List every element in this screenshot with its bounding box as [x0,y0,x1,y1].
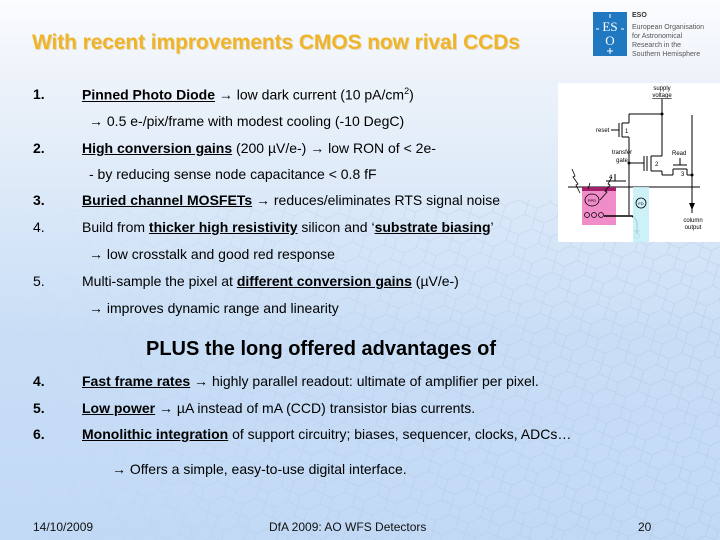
item-rest: → low dark current (10 pA/cm [215,86,405,103]
item-highlight: Monolithic integration [82,426,229,442]
item-text: Multi-sample the pixel at different conv… [82,273,459,289]
item-number: 5. [33,400,45,416]
item-rest: of support circuitry; biases, sequencer,… [228,426,572,442]
eso-organisation-text: ESO European Organisation for Astronomic… [632,11,704,59]
label-transfer: transfer [612,150,632,156]
column-arrow [689,203,695,210]
item-text: Pinned Photo Diode → low dark current (1… [82,86,414,103]
item-highlight: Fast frame rates [82,373,191,389]
label-t2: 2 [655,162,659,168]
item-text: Buried channel MOSFETs → reduces/elimina… [82,192,500,208]
eso-line: for Astronomical [632,33,683,40]
ppd-region [582,187,616,225]
item-tail: ’ [490,219,494,235]
sub-point: → low crosstalk and good red response [89,246,335,262]
item-text: Monolithic integration of support circui… [82,426,571,442]
ppd-pinning-layer [582,187,616,191]
label-read: Read [672,151,686,157]
svg-text:O: O [605,33,614,48]
item-rest: → µA instead of mA (CCD) transistor bias… [155,400,476,416]
item-text: Fast frame rates → highly parallel reado… [82,373,539,389]
label-supply: supply [653,86,670,92]
item-highlight: Pinned Photo Diode [82,86,215,103]
item-tail: ) [409,86,414,103]
label-reset: reset [596,128,610,134]
footer-title: DfA 2009: AO WFS Detectors [269,520,427,534]
label-t1: 1 [625,129,629,135]
item-number: 1. [33,86,45,102]
item-text: Low power → µA instead of mA (CCD) trans… [82,400,475,416]
item-highlight: different conversion gains [236,273,412,289]
item-rest: (µV/e-) [411,273,459,289]
footer-page-number: 20 [638,520,652,534]
item-highlight: thicker high resistivity [148,219,298,235]
item-text: Build from thicker high resistivity sili… [82,219,494,235]
sub-point: → 0.5 e-/pix/frame with modest cooling (… [89,113,405,129]
svg-text:ES: ES [602,19,617,34]
eso-name: ESO [632,12,647,19]
pixel-circuit-diagram: supply voltage reset 1 transfer gate 2 R… [558,83,720,242]
item-highlight: Low power [82,400,156,416]
label-output: output [685,225,702,231]
item-rest: → reduces/eliminates RTS signal noise [252,192,501,208]
background-hex-pattern [0,200,720,540]
eso-line: European Organisation [632,24,704,31]
eso-line: Research in the [632,42,682,49]
item-number: 4. [33,373,45,389]
label-fd: FD [638,201,643,206]
label-t3: 3 [681,172,685,178]
item-pre: Multi-sample the pixel at [82,273,237,289]
sub-point: → improves dynamic range and linearity [89,300,339,316]
item-highlight: High conversion gains [82,140,233,156]
footer-date: 14/10/2009 [33,520,94,534]
eso-logo-icon: ES O [593,12,627,56]
item-number: 3. [33,192,45,208]
label-column: column [683,218,702,224]
slide-title: With recent improvements CMOS now rival … [32,31,520,54]
section-heading: PLUS the long offered advantages of [146,338,497,360]
item-mid: silicon and ‘ [297,219,375,235]
item-number: 2. [33,140,45,156]
eso-line: Southern Hemisphere [632,51,701,58]
label-ppd: PPD [588,198,596,203]
sub-point: → Offers a simple, easy-to-use digital i… [112,461,407,477]
item-pre: Build from [82,219,149,235]
fd-region [633,187,649,242]
item-rest: → highly parallel readout: ultimate of a… [190,373,539,389]
label-voltage: voltage [652,93,672,99]
item-rest: (200 µV/e-) → low RON of < 2e- [232,140,436,156]
item-text: High conversion gains (200 µV/e-) → low … [82,140,436,156]
item-number: 4. [33,219,45,235]
label-gate: gate [616,158,628,164]
item-highlight: substrate biasing [374,219,491,235]
item-number: 6. [33,426,45,442]
item-highlight: Buried channel MOSFETs [82,192,253,208]
sub-point: - by reducing sense node capacitance < 0… [89,166,377,182]
item-number: 5. [33,273,45,289]
